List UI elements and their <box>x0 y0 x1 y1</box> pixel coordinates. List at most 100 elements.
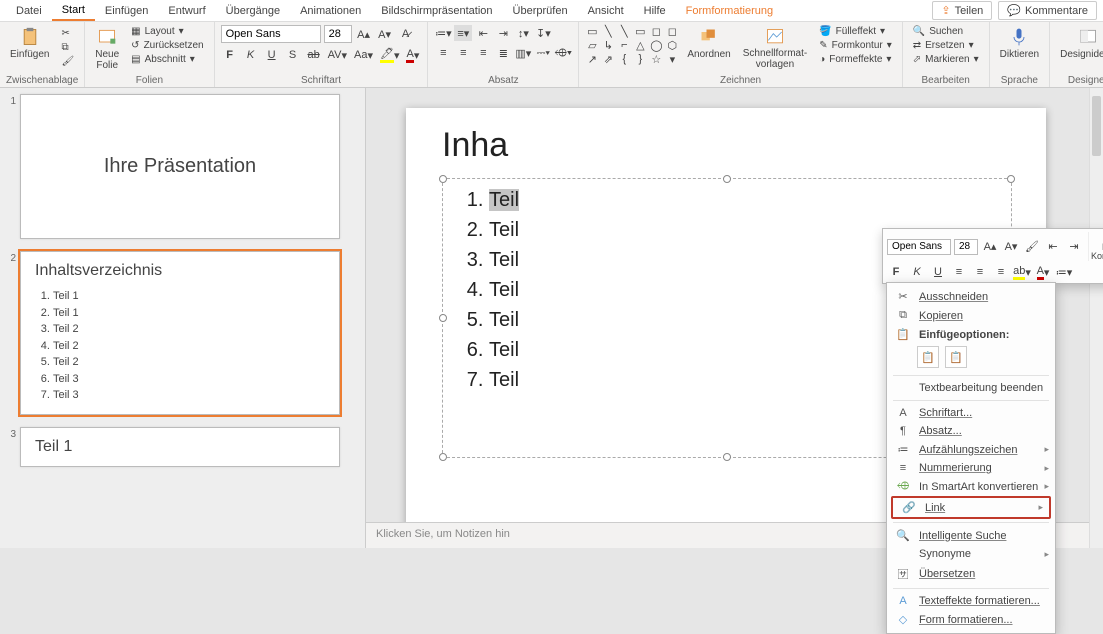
underline-button[interactable]: U <box>263 47 281 63</box>
copy-button[interactable]: ⧉ <box>57 41 78 54</box>
mini-align-left[interactable]: ≡ <box>950 264 968 280</box>
select-button[interactable]: ⬀Markieren ▾ <box>909 53 983 66</box>
vertical-scrollbar[interactable] <box>1089 88 1103 548</box>
resize-handle[interactable] <box>439 314 447 322</box>
tab-hilfe[interactable]: Hilfe <box>634 2 676 20</box>
font-name-select[interactable] <box>221 25 321 43</box>
ctx-bullets[interactable]: ≔Aufzählungszeichen▸ <box>887 440 1055 459</box>
tab-ueberpruefen[interactable]: Überprüfen <box>503 2 578 20</box>
mini-highlight[interactable]: ab▾ <box>1013 264 1031 280</box>
mini-bold[interactable]: F <box>887 264 905 280</box>
smartart-button[interactable]: ⬲▾ <box>554 45 572 61</box>
format-painter-button[interactable]: 🖌 <box>57 55 78 68</box>
increase-indent-button[interactable]: ⇥ <box>494 25 512 41</box>
mini-align-center[interactable]: ≡ <box>971 264 989 280</box>
scrollbar-handle[interactable] <box>1092 96 1101 156</box>
layout-button[interactable]: ▦Layout ▾ <box>127 25 207 38</box>
slide-thumbnail-1[interactable]: Ihre Präsentation <box>20 94 340 239</box>
align-right-button[interactable]: ≡ <box>474 45 492 61</box>
paste-button[interactable]: Einfügen <box>6 25 53 62</box>
mini-italic[interactable]: K <box>908 264 926 280</box>
tab-praesentation[interactable]: Bildschirmpräsentation <box>371 2 502 20</box>
ctx-cut[interactable]: ✂Ausschneiden <box>887 287 1055 306</box>
increase-font-button[interactable]: A▴ <box>355 26 373 42</box>
shape-fill-button[interactable]: 🪣Fülleffekt ▾ <box>815 25 896 38</box>
shape-effects-button[interactable]: ◑Formeffekte ▾ <box>815 53 896 66</box>
bold-button[interactable]: F <box>221 47 239 63</box>
mini-format-painter[interactable]: 🖌 <box>1023 239 1041 255</box>
mini-font-size[interactable] <box>954 239 978 255</box>
mini-decrease-font[interactable]: A▾ <box>1002 239 1020 255</box>
list-item[interactable]: Teil <box>489 185 1011 215</box>
ctx-numbering[interactable]: ≡Nummerierung▸ <box>887 459 1055 477</box>
ctx-smartart[interactable]: ⬲In SmartArt konvertieren▸ <box>887 477 1055 496</box>
resize-handle[interactable] <box>439 453 447 461</box>
slide-thumbnail-2[interactable]: Inhaltsverzeichnis Teil 1 Teil 1 Teil 2 … <box>20 251 340 415</box>
shadow-button[interactable]: S <box>284 47 302 63</box>
share-button[interactable]: ⇪ Teilen <box>932 1 992 20</box>
paste-option-keep-source[interactable]: 📋 <box>917 346 939 368</box>
line-spacing-button[interactable]: ↕▾ <box>514 25 532 41</box>
ctx-copy[interactable]: ⧉Kopieren <box>887 306 1055 325</box>
paste-option-text-only[interactable]: 📋 <box>945 346 967 368</box>
find-button[interactable]: 🔍Suchen <box>909 25 983 38</box>
tab-einfuegen[interactable]: Einfügen <box>95 2 158 20</box>
case-button[interactable]: Aa▾ <box>352 47 375 63</box>
strike-button[interactable]: ab <box>305 47 323 63</box>
font-size-select[interactable] <box>324 25 352 43</box>
tab-ansicht[interactable]: Ansicht <box>578 2 634 20</box>
align-text-button[interactable]: ⎓▾ <box>534 45 552 61</box>
shapes-gallery[interactable]: ▭╲╲▭◻◻ ▱↳⌐△◯⬡ ↗⇗{}☆▾ <box>585 25 679 65</box>
tab-start[interactable]: Start <box>52 1 95 21</box>
bullets-button[interactable]: ≔▾ <box>434 25 452 41</box>
replace-button[interactable]: ⇄Ersetzen ▾ <box>909 39 983 52</box>
quick-styles-button[interactable]: Schnellformat- vorlagen <box>739 25 811 72</box>
comments-button[interactable]: 💬 Kommentare <box>998 1 1097 20</box>
text-direction-button[interactable]: ↧▾ <box>534 25 552 41</box>
design-ideas-button[interactable]: Designideen <box>1056 25 1103 62</box>
ctx-smart-lookup[interactable]: 🔍Intelligente Suche <box>887 526 1055 545</box>
cut-button[interactable]: ✂ <box>57 27 78 40</box>
clear-formatting-button[interactable]: A̷ <box>397 26 415 42</box>
italic-button[interactable]: K <box>242 47 260 63</box>
mini-underline[interactable]: U <box>929 264 947 280</box>
mini-font-color[interactable]: A▾ <box>1034 264 1052 280</box>
mini-align-right[interactable]: ≡ <box>992 264 1010 280</box>
font-color-button[interactable]: A▾ <box>404 47 421 63</box>
slide-thumbnail-3[interactable]: Teil 1 <box>20 427 340 467</box>
highlight-button[interactable]: 🖊▾ <box>378 47 402 63</box>
dictate-button[interactable]: Diktieren <box>996 25 1043 62</box>
justify-button[interactable]: ≣ <box>494 45 512 61</box>
numbering-button[interactable]: ≡▾ <box>454 25 472 41</box>
mini-indent-in[interactable]: ⇥ <box>1065 239 1083 255</box>
tab-animationen[interactable]: Animationen <box>290 2 371 20</box>
align-left-button[interactable]: ≡ <box>434 45 452 61</box>
resize-handle[interactable] <box>1007 175 1015 183</box>
mini-font-name[interactable] <box>887 239 951 255</box>
tab-uebergaenge[interactable]: Übergänge <box>216 2 290 20</box>
decrease-font-button[interactable]: A▾ <box>376 26 394 42</box>
ctx-end-text-edit[interactable]: Textbearbeitung beenden <box>887 379 1055 397</box>
ctx-text-effects[interactable]: ATexteffekte formatieren... <box>887 592 1055 610</box>
align-center-button[interactable]: ≡ <box>454 45 472 61</box>
reset-button[interactable]: ↺Zurücksetzen <box>127 39 207 52</box>
resize-handle[interactable] <box>439 175 447 183</box>
spacing-button[interactable]: AV▾ <box>326 47 349 63</box>
mini-new-comment[interactable]: 💬 Neuer Kommentar <box>1088 232 1103 261</box>
slide-title-text[interactable]: Inha <box>442 126 508 165</box>
new-slide-button[interactable]: Neue Folie <box>91 25 123 73</box>
resize-handle[interactable] <box>723 453 731 461</box>
mini-bullets[interactable]: ≔▾ <box>1055 264 1073 280</box>
tab-formformatierung[interactable]: Formformatierung <box>676 2 783 20</box>
ctx-paragraph[interactable]: ¶Absatz... <box>887 422 1055 440</box>
tab-entwurf[interactable]: Entwurf <box>158 2 215 20</box>
decrease-indent-button[interactable]: ⇤ <box>474 25 492 41</box>
arrange-button[interactable]: Anordnen <box>683 25 734 62</box>
section-button[interactable]: ▤Abschnitt ▾ <box>127 53 207 66</box>
ctx-format-shape[interactable]: ◇Form formatieren... <box>887 610 1055 629</box>
resize-handle[interactable] <box>723 175 731 183</box>
ctx-link[interactable]: 🔗Link▸ <box>893 498 1049 517</box>
shape-outline-button[interactable]: ✎Formkontur ▾ <box>815 39 896 52</box>
ctx-translate[interactable]: 🈂Übersetzen <box>887 563 1055 585</box>
mini-indent-out[interactable]: ⇤ <box>1044 239 1062 255</box>
